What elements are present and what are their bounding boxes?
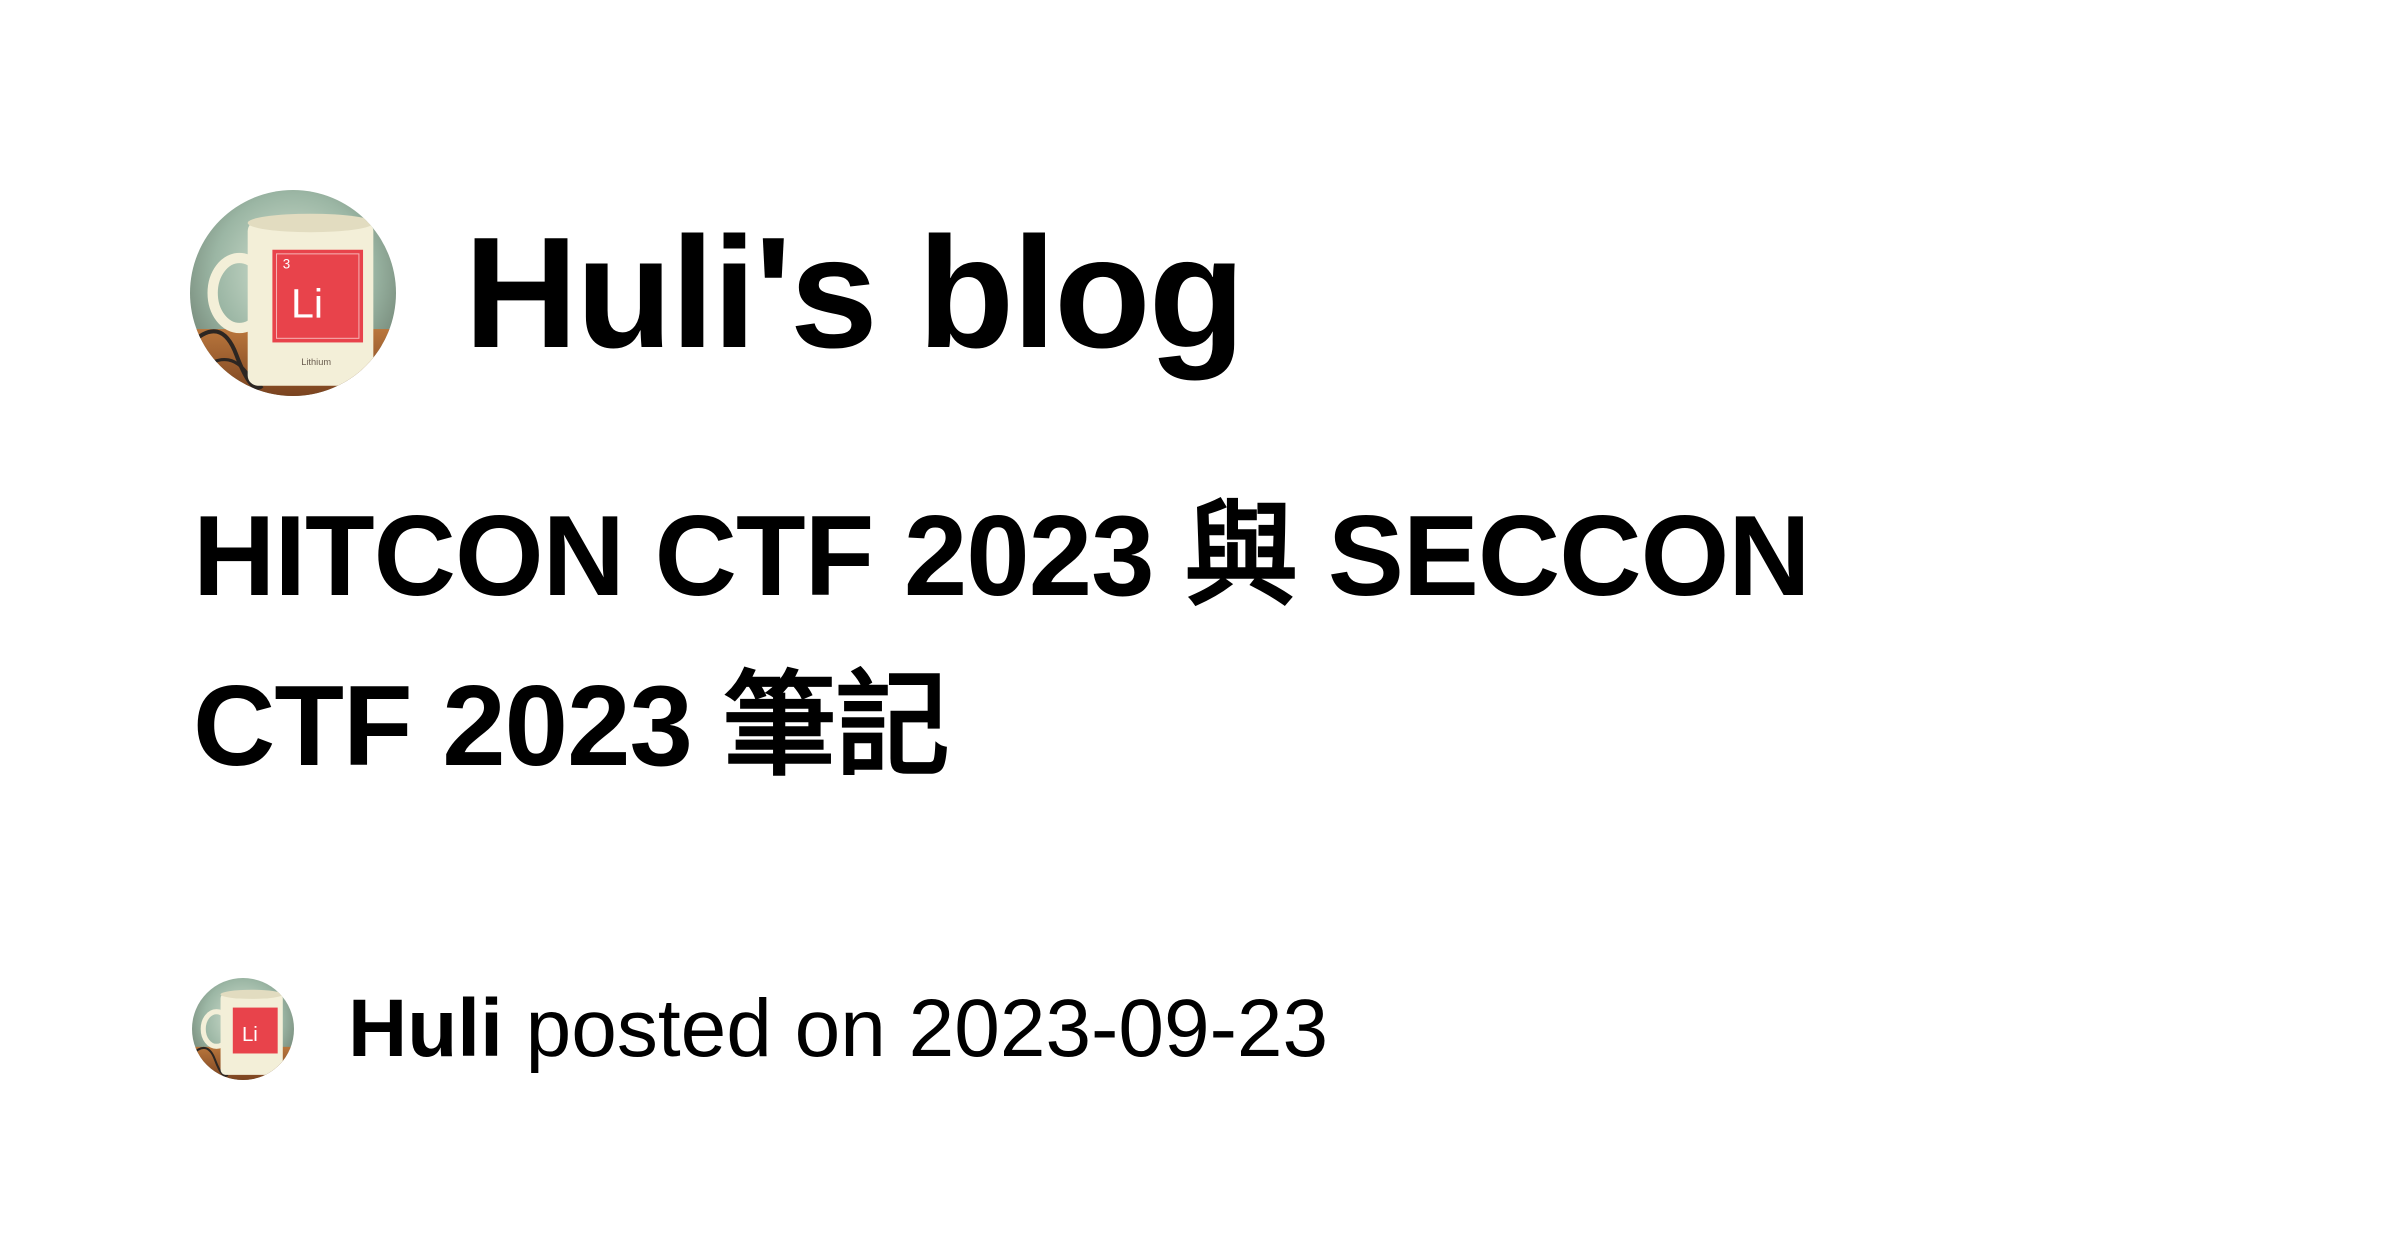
- mug-symbol-small: Li: [242, 1024, 258, 1046]
- author-name[interactable]: Huli: [348, 983, 503, 1074]
- site-title[interactable]: Huli's blog: [464, 214, 1245, 372]
- byline: Li Huli posted on 2023-09-23: [192, 978, 1328, 1080]
- post-title-line-2: CTF 2023 筆記: [193, 663, 950, 790]
- mug-caption: Lithium: [301, 357, 331, 367]
- lithium-mug-icon: 3 Li Lithium: [190, 190, 396, 396]
- mug-number: 3: [283, 256, 290, 271]
- lithium-mug-small-icon: Li: [192, 978, 294, 1080]
- byline-text: Huli posted on 2023-09-23: [348, 988, 1328, 1070]
- post-title-line-1: HITCON CTF 2023 與 SECCON: [193, 493, 1811, 620]
- mug-symbol: Li: [291, 281, 323, 327]
- share-card: 3 Li Lithium Huli's blog HITCON CTF 2023…: [0, 0, 2400, 1260]
- post-title: HITCON CTF 2023 與 SECCON CTF 2023 筆記: [193, 472, 2193, 812]
- author-avatar-icon: Li: [192, 978, 294, 1080]
- site-avatar-icon[interactable]: 3 Li Lithium: [190, 190, 396, 396]
- site-header: 3 Li Lithium Huli's blog: [190, 188, 1245, 398]
- posted-date: posted on 2023-09-23: [502, 983, 1329, 1074]
